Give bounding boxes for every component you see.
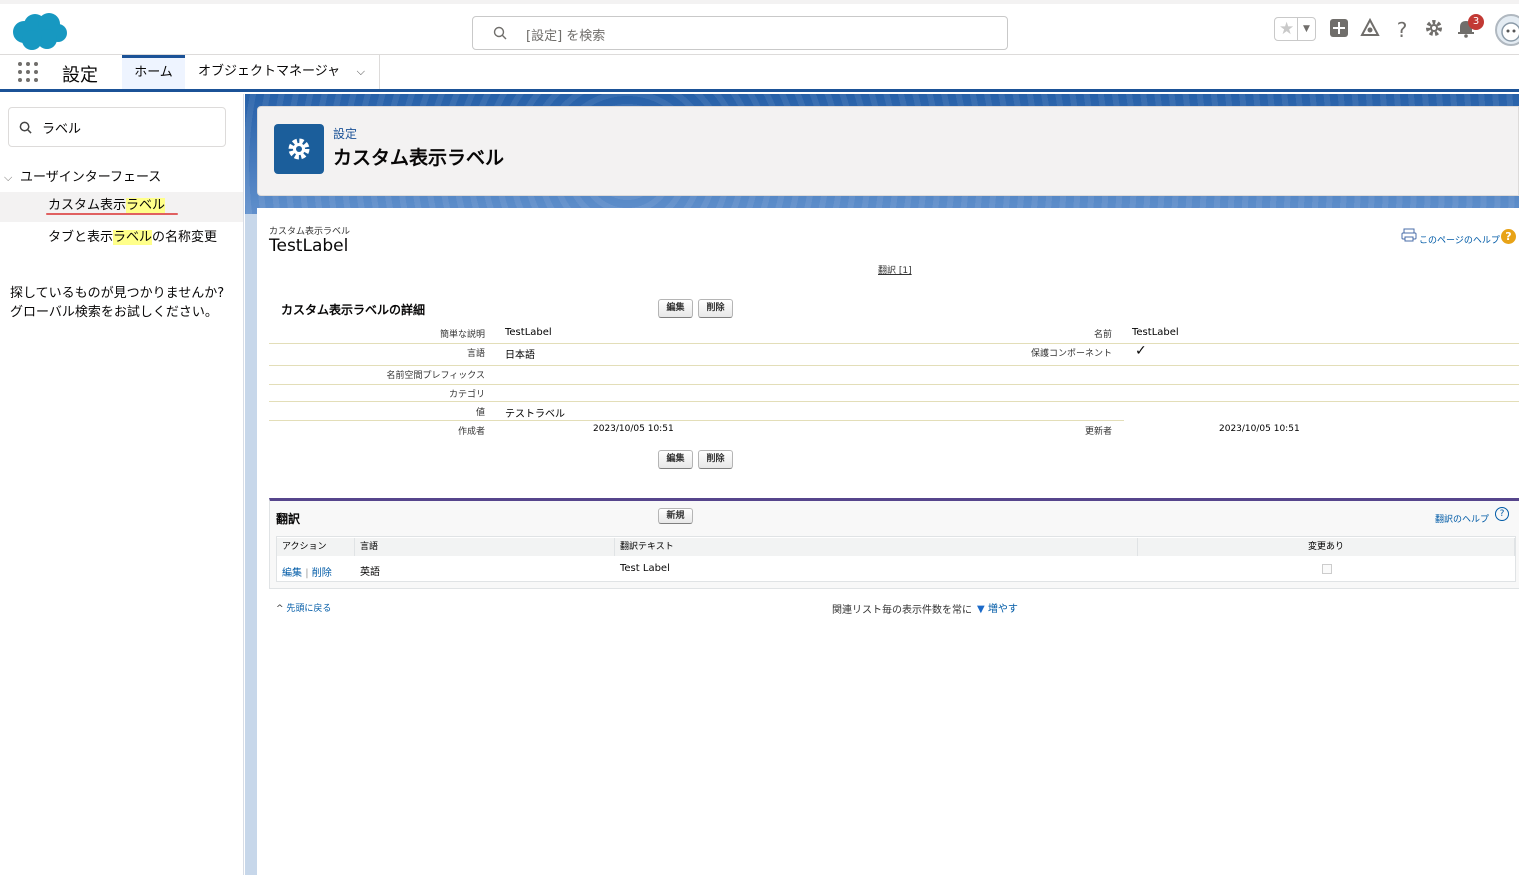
trailhead-icon[interactable]	[1358, 17, 1382, 42]
show-more-link[interactable]: ▼ 増やす	[977, 600, 1018, 615]
global-actions-icon[interactable]	[1327, 18, 1351, 42]
row-edit-link[interactable]: 編集	[282, 568, 302, 579]
page-header-eyebrow: 設定	[333, 127, 358, 141]
field-label-protected: 保護コンポーネント	[1030, 349, 1112, 359]
printer-icon[interactable]	[1401, 228, 1417, 242]
record-name: TestLabel	[269, 236, 349, 256]
sidebar-item-rename-tabs-labels[interactable]: タブと表示ラベルの名称変更	[0, 224, 243, 252]
back-to-top-text[interactable]: 先頭に戻る	[286, 604, 331, 614]
app-navigation-bar: 設定 ホーム オブジェクトマネージャ ⌵	[0, 55, 1519, 92]
tree-node-label: ユーザインターフェース	[20, 170, 162, 185]
column-header-language[interactable]: 言語	[355, 538, 615, 556]
row-divider	[269, 343, 1519, 344]
row-language: 英語	[360, 567, 380, 578]
field-label-modified-by: 更新者	[1084, 427, 1112, 437]
column-header-changed[interactable]: 変更あり	[1138, 538, 1515, 556]
link-separator: |	[305, 568, 309, 579]
sidebar-item-custom-labels[interactable]: カスタム表示ラベル	[0, 192, 243, 222]
chevron-up-icon: ^	[276, 604, 284, 614]
related-list-text: 関連リスト毎の表示件数を常に	[832, 605, 972, 616]
page-header: 設定 カスタム表示ラベル	[257, 106, 1519, 196]
tab-object-manager-label: オブジェクトマネージャ	[198, 64, 341, 79]
setup-gear-icon	[274, 124, 324, 174]
field-value-modified-by: 2023/10/05 10:51	[1219, 424, 1300, 434]
help-icon[interactable]: ?	[1390, 18, 1414, 42]
field-label-short-description: 簡単な説明	[439, 330, 485, 340]
page-help-link-text[interactable]: このページのヘルプ	[1419, 233, 1500, 246]
sidebar-item-label-suffix: の名称変更	[152, 230, 218, 245]
avatar[interactable]	[1495, 14, 1519, 46]
quick-find-value: ラベル	[42, 122, 82, 137]
row-changed-checkbox	[1322, 564, 1332, 574]
field-label-value: 値	[475, 408, 485, 418]
field-label-namespace-prefix: 名前空間プレフィックス	[386, 371, 485, 381]
star-icon: ★	[1279, 19, 1295, 39]
show-more-text[interactable]: 増やす	[988, 604, 1018, 615]
translations-help-link[interactable]: 翻訳のヘルプ	[1435, 512, 1489, 525]
search-placeholder: [設定] を検索	[526, 29, 606, 44]
field-label-name: 名前	[1093, 330, 1112, 340]
app-name: 設定	[62, 65, 98, 86]
search-highlight: ラベル	[126, 198, 166, 213]
search-highlight: ラベル	[113, 230, 153, 245]
translations-title: 翻訳	[276, 512, 301, 526]
translations-jump-link[interactable]: 翻訳 [1]	[878, 263, 912, 276]
notification-badge: 3	[1468, 14, 1484, 30]
table-row: 編集 | 削除	[282, 564, 332, 579]
setup-sidebar: ラベル ⌵ ユーザインターフェース カスタム表示ラベル タブと表示ラベルの名称変更…	[0, 94, 244, 875]
delete-button[interactable]: 削除	[698, 299, 733, 318]
sidebar-item-label: カスタム表示	[48, 198, 127, 213]
row-divider	[269, 384, 1519, 385]
field-value-created-by: 2023/10/05 10:51	[593, 424, 674, 434]
gear-icon[interactable]	[1422, 18, 1446, 42]
page-title: カスタム表示ラベル	[333, 147, 505, 169]
quick-find-input[interactable]: ラベル	[8, 107, 226, 147]
field-value-name: TestLabel	[1132, 327, 1179, 338]
header-utility-icons: ★ ▼ ? 3	[1269, 14, 1519, 50]
row-divider	[269, 401, 1519, 402]
search-hint-line1: 探しているものが見つかりませんか?	[10, 286, 225, 301]
new-translation-button[interactable]: 新規	[658, 508, 693, 524]
tree-node-user-interface[interactable]: ⌵ ユーザインターフェース	[4, 166, 161, 185]
sidebar-item-label: タブと表示	[48, 230, 114, 245]
field-value-short-description: TestLabel	[505, 327, 552, 338]
field-label-created-by: 作成者	[457, 427, 485, 437]
favorites-button[interactable]: ★ ▼	[1274, 17, 1316, 41]
search-hint: 探しているものが見つかりませんか? グローバル検索をお試しください。	[10, 284, 240, 322]
field-label-language: 言語	[466, 349, 485, 359]
search-hint-line2: グローバル検索をお試しください。	[10, 305, 218, 320]
tab-home[interactable]: ホーム	[122, 55, 185, 89]
chevron-down-icon[interactable]: ▼	[1297, 18, 1315, 40]
salesforce-logo[interactable]	[10, 12, 68, 52]
app-launcher-icon[interactable]	[18, 62, 39, 83]
detail-section-title: カスタム表示ラベルの詳細	[281, 303, 426, 317]
field-label-category: カテゴリ	[448, 390, 485, 400]
back-to-top-link[interactable]: ^ 先頭に戻る	[276, 601, 331, 614]
global-search-input[interactable]: [設定] を検索	[472, 16, 1008, 50]
spellcheck-underline	[46, 213, 178, 215]
edit-button[interactable]: 編集	[658, 299, 693, 318]
column-header-translation-text[interactable]: 翻訳テキスト	[615, 538, 1138, 556]
tab-object-manager[interactable]: オブジェクトマネージャ ⌵	[185, 55, 380, 89]
chevron-down-icon[interactable]: ⌵	[357, 55, 365, 89]
row-divider	[269, 420, 1124, 421]
row-translation-text: Test Label	[620, 563, 670, 574]
field-value-language: 日本語	[505, 350, 535, 361]
field-value-value: テストラベル	[505, 409, 565, 420]
record-detail-content: カスタム表示ラベル TestLabel このページのヘルプ ? 翻訳 [1] カ…	[257, 208, 1519, 875]
search-icon	[493, 26, 507, 40]
edit-button-bottom[interactable]: 編集	[658, 450, 693, 469]
search-icon	[19, 121, 32, 134]
global-header: [設定] を検索 ★ ▼ ? 3	[0, 0, 1519, 55]
row-divider	[269, 365, 1519, 366]
row-delete-link[interactable]: 削除	[312, 568, 332, 579]
chevron-down-icon: ⌵	[4, 171, 13, 184]
help-icon[interactable]: ?	[1495, 507, 1509, 521]
triangle-down-icon: ▼	[977, 604, 985, 615]
column-header-action: アクション	[277, 538, 355, 556]
help-icon[interactable]: ?	[1501, 229, 1516, 244]
delete-button-bottom[interactable]: 削除	[698, 450, 733, 469]
checkmark-icon: ✓	[1135, 343, 1147, 359]
